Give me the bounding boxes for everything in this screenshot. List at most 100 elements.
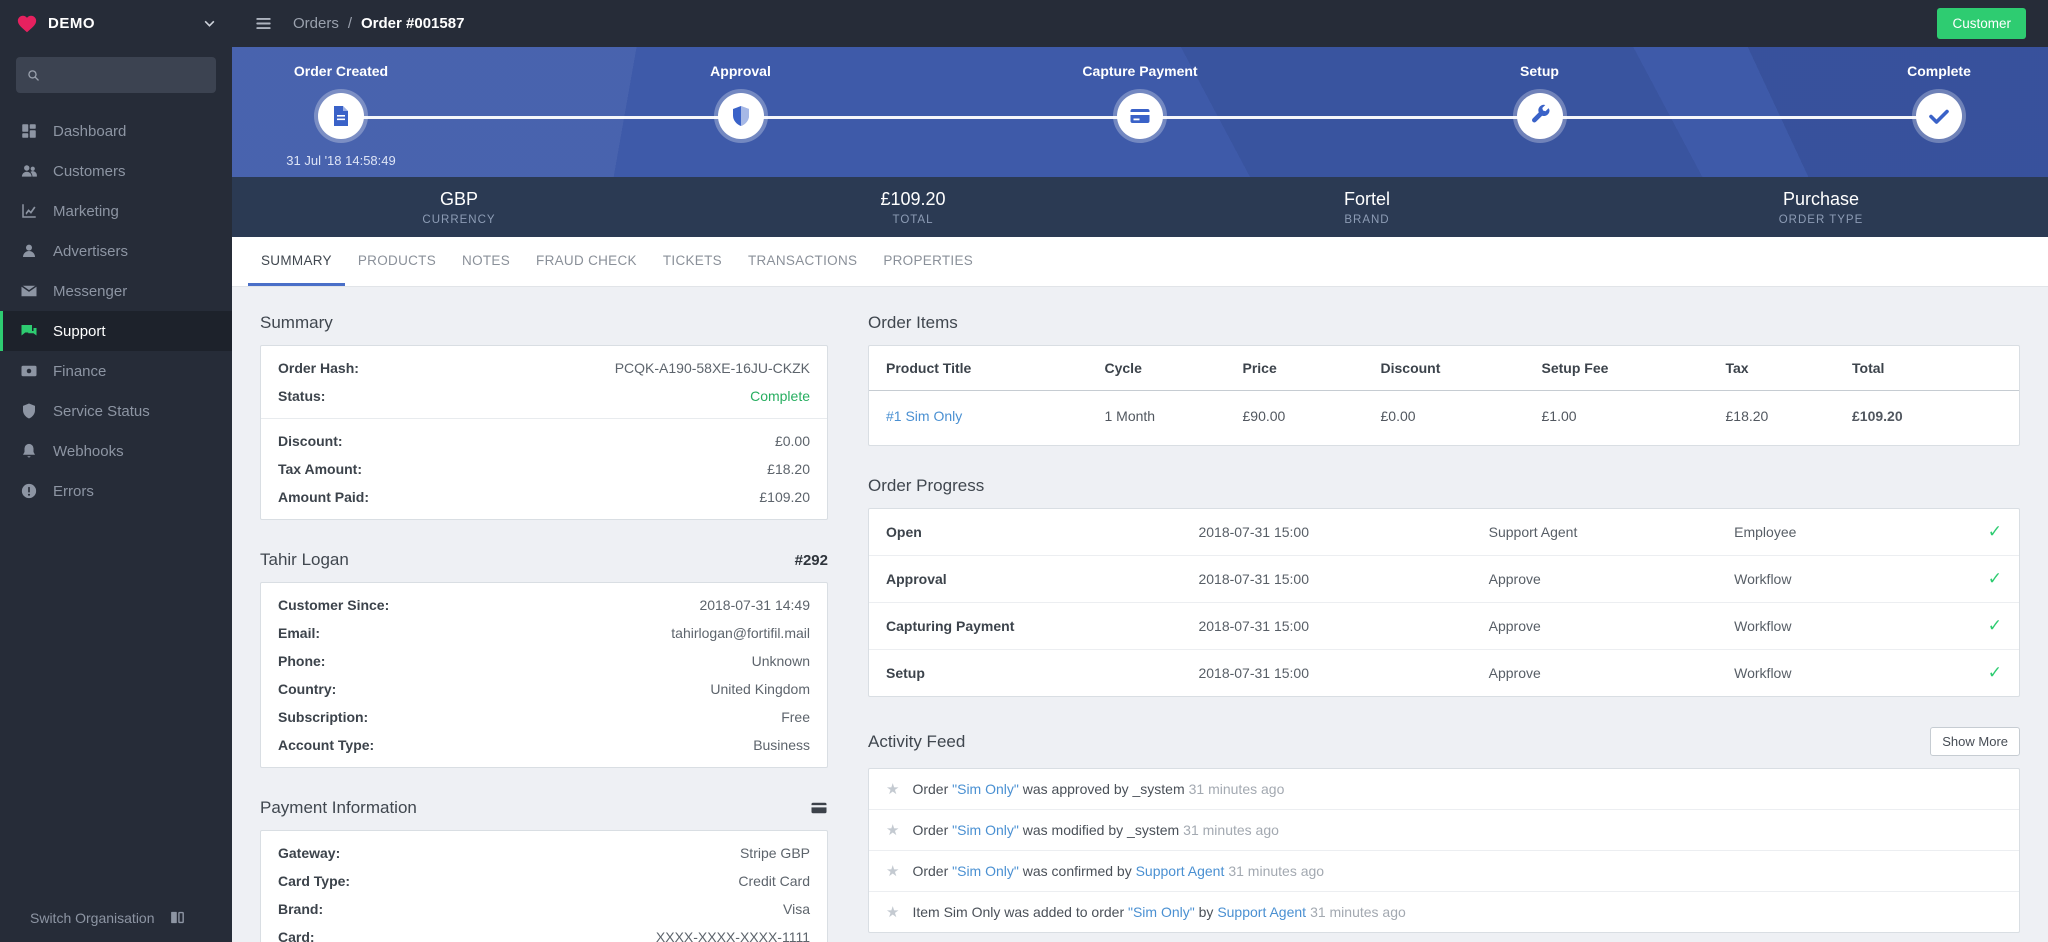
summary-section: Summary Order Hash: PCQK-A190-58XE-16JU-… [260,313,828,520]
sidebar-nav: Dashboard Customers Marketing Advertiser… [0,111,232,511]
col-total: Total [1835,346,2019,391]
order-link[interactable]: "Sim Only" [952,863,1019,879]
sidebar-item-label: Webhooks [53,442,124,460]
col-cycle: Cycle [1087,346,1226,391]
sidebar-item-advertisers[interactable]: Advertisers [0,231,232,271]
cell-cycle: 1 Month [1104,408,1156,424]
step-setup: Setup [1455,47,1625,177]
step-approval: Approval [656,47,826,177]
tab-transactions[interactable]: TRANSACTIONS [735,237,870,286]
show-more-button[interactable]: Show More [1930,727,2020,756]
actor-link[interactable]: Support Agent [1136,863,1225,879]
order-tabs: SUMMARY PRODUCTS NOTES FRAUD CHECK TICKE… [232,237,2048,287]
stat-label: ORDER TYPE [1778,213,1864,226]
hamburger-menu-icon[interactable] [254,14,273,33]
org-switcher[interactable]: DEMO [0,0,232,47]
progress-row-open: Open 2018-07-31 15:00 Support Agent Empl… [869,509,2019,556]
sidebar-item-dashboard[interactable]: Dashboard [0,111,232,151]
check-icon: ✓ [1987,569,2002,588]
step-complete: Complete [1854,47,2024,177]
tab-summary[interactable]: SUMMARY [248,237,345,286]
stat-order-type: Purchase ORDER TYPE [1594,177,2048,237]
switch-organisation-label: Switch Organisation [30,909,155,926]
payment-row-card-type: Card Type: Credit Card [278,873,810,889]
tab-tickets[interactable]: TICKETS [650,237,735,286]
step-label: Complete [1907,63,1971,79]
sidebar-item-errors[interactable]: Errors [0,471,232,511]
order-link[interactable]: "Sim Only" [952,781,1019,797]
tab-fraud-check[interactable]: FRAUD CHECK [523,237,650,286]
customer-button[interactable]: Customer [1937,8,2026,39]
progress-row-capturing-payment: Capturing Payment 2018-07-31 15:00 Appro… [869,603,2019,650]
sidebar-item-finance[interactable]: Finance [0,351,232,391]
advertisers-icon [20,242,38,260]
credit-card-icon [810,799,828,817]
order-stats-bar: GBP CURRENCY £109.20 TOTAL Fortel BRAND … [232,177,2048,237]
customer-section: Tahir Logan #292 Customer Since: 2018-07… [260,550,828,768]
tab-products[interactable]: PRODUCTS [345,237,449,286]
order-link[interactable]: "Sim Only" [1128,904,1195,920]
summary-row-status: Status: Complete [278,388,810,404]
summary-row-discount: Discount: £0.00 [278,433,810,449]
chevron-down-icon[interactable] [203,17,216,30]
activity-item: ★ Order "Sim Only" was approved by _syst… [869,769,2019,810]
org-name: DEMO [48,15,95,32]
sidebar-item-label: Dashboard [53,122,127,140]
customer-card: Customer Since: 2018-07-31 14:49 Email: … [260,582,828,768]
sidebar-item-label: Advertisers [53,242,129,260]
brand-logo-icon [16,13,38,35]
order-item-row: #1 Sim Only 1 Month £90.00 £0.00 £1.00 £… [869,391,2019,446]
customer-row-phone: Phone: Unknown [278,653,810,669]
activity-item: ★ Order "Sim Only" was modified by _syst… [869,810,2019,851]
tab-properties[interactable]: PROPERTIES [870,237,986,286]
sidebar-item-webhooks[interactable]: Webhooks [0,431,232,471]
tab-content-summary: Summary Order Hash: PCQK-A190-58XE-16JU-… [232,287,2048,942]
stat-currency: GBP CURRENCY [232,177,686,237]
step-label: Capture Payment [1082,63,1198,79]
activity-time: 31 minutes ago [1183,822,1279,838]
sidebar-search[interactable] [16,57,216,93]
cell-tax: £18.20 [1725,408,1769,424]
order-link[interactable]: "Sim Only" [952,822,1019,838]
dashboard-icon [20,122,38,140]
search-icon [28,69,39,81]
breadcrumb-orders-link[interactable]: Orders [293,15,339,32]
customer-name: Tahir Logan [260,550,349,569]
sidebar-item-customers[interactable]: Customers [0,151,232,191]
tab-notes[interactable]: NOTES [449,237,523,286]
app-root: DEMO Dashboard Customers Marketing Adver… [0,0,2048,942]
activity-time: 31 minutes ago [1188,781,1285,797]
order-progress-title: Order Progress [868,476,985,495]
breadcrumb-current: Order #001587 [361,15,465,32]
errors-icon [20,482,38,500]
sidebar-item-service-status[interactable]: Service Status [0,391,232,431]
customer-id: #292 [794,551,828,569]
sidebar-item-messenger[interactable]: Messenger [0,271,232,311]
divider [261,418,827,419]
activity-time: 31 minutes ago [1228,863,1325,879]
step-date: 31 Jul '18 14:58:49 [286,153,396,168]
payment-row-card: Card: XXXX-XXXX-XXXX-1111 [278,929,810,942]
right-column: Order Items Product Title Cycle Price Di… [868,313,2020,933]
check-icon: ✓ [1987,616,2002,635]
sidebar-item-marketing[interactable]: Marketing [0,191,232,231]
sidebar-item-label: Support [53,322,106,340]
cell-discount: £0.00 [1380,408,1416,424]
actor-link[interactable]: Support Agent [1217,904,1306,920]
stat-value: £109.20 [880,188,946,209]
product-link[interactable]: #1 Sim Only [886,408,962,424]
step-label: Approval [710,63,771,79]
switch-organisation-button[interactable]: Switch Organisation [0,909,232,926]
sidebar-item-support[interactable]: Support [0,311,232,351]
stat-label: TOTAL [892,213,934,226]
summary-row-amount-paid: Amount Paid: £109.20 [278,489,810,505]
star-icon: ★ [886,863,900,880]
col-product-title: Product Title [869,346,1088,391]
star-icon: ★ [886,781,900,798]
step-order-created: Order Created 31 Jul '18 14:58:49 [256,47,426,177]
activity-feed-title: Activity Feed [868,731,966,751]
order-items-table: Product Title Cycle Price Discount Setup… [869,346,2019,445]
activity-text: Item Sim Only was added to order "Sim On… [912,904,1406,920]
search-input[interactable] [49,67,205,83]
step-capture-payment: Capture Payment [1055,47,1225,177]
